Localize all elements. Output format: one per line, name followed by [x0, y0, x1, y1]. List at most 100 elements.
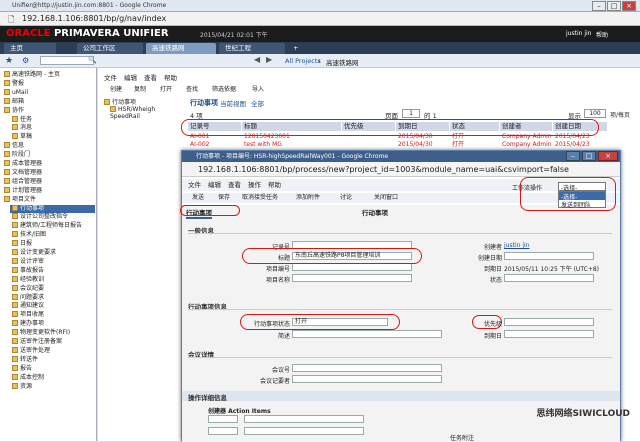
sidebar-item[interactable]: 转送件: [10, 355, 95, 364]
popup-menu-item[interactable]: 文件: [188, 179, 201, 191]
toolbar-button[interactable]: 导入: [252, 84, 264, 93]
new-tab-button[interactable]: +: [287, 43, 299, 54]
sidebar-item[interactable]: 事故报告: [10, 266, 95, 275]
tab-company[interactable]: 公司工作区: [77, 43, 143, 54]
tab-century[interactable]: 世纪工程: [219, 43, 285, 54]
sidebar-item[interactable]: 通知建议: [10, 302, 95, 310]
sidebar-item[interactable]: 阶段门: [2, 151, 95, 159]
toolbar-button[interactable]: 筛选依据: [212, 84, 236, 93]
sidebar-search-input[interactable]: [40, 56, 94, 65]
popup-toolbar-button[interactable]: 保存: [218, 193, 230, 203]
sidebar-item[interactable]: 设计评审: [10, 257, 95, 266]
creator-value[interactable]: justin jin: [504, 242, 529, 249]
forward-icon[interactable]: ▶: [266, 55, 272, 64]
popup-minimize[interactable]: –: [566, 151, 580, 161]
sidebar-item[interactable]: 物理变更软件(RFI): [10, 329, 95, 337]
tree-root[interactable]: 行动事项: [104, 97, 136, 106]
sidebar-item[interactable]: 组合管理器: [2, 177, 95, 186]
ops-field-4[interactable]: [244, 427, 364, 435]
due-field[interactable]: [504, 330, 594, 338]
status-field[interactable]: [504, 274, 594, 282]
star-icon[interactable]: ★: [5, 56, 13, 66]
sidebar-item[interactable]: 报告: [10, 364, 95, 373]
sidebar-item[interactable]: 成本管理器: [2, 160, 95, 168]
grid-cell[interactable]: AI-002: [190, 141, 244, 148]
menu-item[interactable]: 查看: [144, 72, 157, 82]
toolbar-button[interactable]: 复制: [134, 84, 146, 93]
popup-address[interactable]: 192.168.1.106:8801/bp/process/new?projec…: [182, 162, 620, 177]
ops-field-2[interactable]: [244, 415, 364, 423]
popup-menu-item[interactable]: 查看: [228, 179, 241, 191]
close-button[interactable]: ×: [622, 1, 636, 11]
sidebar-item[interactable]: 建办事项: [10, 320, 95, 328]
sidebar-item[interactable]: 草稿: [10, 133, 95, 141]
sidebar-item[interactable]: 协作: [2, 106, 95, 115]
gear-icon[interactable]: ⚙: [22, 56, 29, 65]
menu-item[interactable]: 编辑: [124, 72, 137, 82]
sidebar-item[interactable]: 信息: [2, 142, 95, 150]
popup-menu-item[interactable]: 编辑: [208, 179, 221, 191]
sidebar-item[interactable]: 行动事项: [10, 204, 95, 213]
popup-toolbar-button[interactable]: 讨论: [340, 193, 352, 203]
minimize-button[interactable]: –: [592, 1, 606, 11]
breadcrumb-all[interactable]: All Projects: [285, 57, 321, 65]
created-date-field[interactable]: [504, 252, 594, 260]
toolbar-button[interactable]: 查找: [186, 84, 198, 93]
user-menu[interactable]: justin jin: [566, 30, 591, 37]
project-name-field[interactable]: [292, 274, 412, 282]
popup-toolbar-button[interactable]: 添加附件: [296, 193, 320, 203]
page-size-select[interactable]: 100: [584, 109, 606, 118]
popup-close[interactable]: ×: [598, 151, 618, 161]
description-field[interactable]: [292, 330, 442, 338]
popup-toolbar-button[interactable]: 关闭窗口: [374, 193, 398, 203]
sidebar-item[interactable]: 邮箱: [2, 97, 95, 106]
sidebar-item[interactable]: 设计变更要求: [10, 249, 95, 257]
toolbar-button[interactable]: 创建: [110, 84, 122, 93]
maximize-button[interactable]: □: [607, 1, 621, 11]
sidebar-item[interactable]: 会议纪要: [10, 284, 95, 293]
sidebar-item[interactable]: 文档管理器: [2, 168, 95, 177]
project-no-field[interactable]: [292, 263, 412, 271]
sidebar-item[interactable]: 任务: [10, 115, 95, 124]
sidebar-item[interactable]: 项目文件: [2, 195, 95, 204]
sidebar-item[interactable]: 消息: [10, 124, 95, 132]
toolbar-button[interactable]: 打开: [160, 84, 172, 93]
grid-cell[interactable]: test with MG: [244, 141, 344, 148]
search-icon[interactable]: 🔍: [88, 56, 97, 64]
meeting-no-field[interactable]: [292, 364, 442, 372]
menu-item[interactable]: 文件: [104, 72, 117, 82]
sidebar-item[interactable]: 送审件注册备案: [10, 338, 95, 346]
sidebar-item[interactable]: 经验教训: [10, 275, 95, 284]
menu-item[interactable]: 帮助: [164, 72, 177, 82]
sidebar-item[interactable]: 高速铁路网 - 主页: [2, 71, 95, 79]
sidebar-item[interactable]: uMail: [2, 88, 95, 97]
sidebar-item[interactable]: 成本控制: [10, 373, 95, 382]
sidebar-item[interactable]: 问题要求: [10, 293, 95, 302]
help-menu[interactable]: 帮助: [596, 30, 608, 39]
meeting-recorder-field[interactable]: [292, 375, 442, 383]
popup-maximize[interactable]: □: [582, 151, 596, 161]
sidebar-item[interactable]: 警报: [2, 79, 95, 88]
ops-field-1[interactable]: [208, 415, 238, 423]
ops-field-3[interactable]: [208, 427, 238, 435]
sidebar-item[interactable]: 建筑师/工程师每日报告: [10, 222, 95, 230]
page-input[interactable]: 1: [402, 109, 420, 118]
priority-field[interactable]: [504, 318, 594, 326]
tab-home[interactable]: 主页: [4, 43, 56, 54]
view-value[interactable]: 全部: [251, 98, 264, 108]
popup-toolbar-button[interactable]: 发送: [192, 193, 204, 203]
sidebar-item[interactable]: 资源: [10, 382, 95, 391]
back-icon[interactable]: ◀: [254, 55, 260, 64]
sidebar-item[interactable]: 送审件处理: [10, 346, 95, 355]
popup-toolbar-button[interactable]: 取消接受任务: [242, 193, 278, 203]
sidebar-item[interactable]: 项目收尾: [10, 311, 95, 319]
sidebar-item[interactable]: 技术/旧图: [10, 231, 95, 239]
popup-menu-item[interactable]: 帮助: [268, 179, 281, 191]
tree-child[interactable]: HSR/Wheigh SpeedRail: [110, 106, 183, 120]
sidebar-item[interactable]: 设计公司整改指令: [10, 213, 95, 221]
popup-menu-item[interactable]: 操作: [248, 179, 261, 191]
sidebar-item[interactable]: 计划管理器: [2, 186, 95, 195]
tab-hsr[interactable]: 高速铁路网: [146, 43, 216, 54]
sidebar-item[interactable]: 日报: [10, 240, 95, 248]
address-bar[interactable]: 🗋 192.168.1.106:8801/bp/g/nav/index: [0, 12, 640, 26]
